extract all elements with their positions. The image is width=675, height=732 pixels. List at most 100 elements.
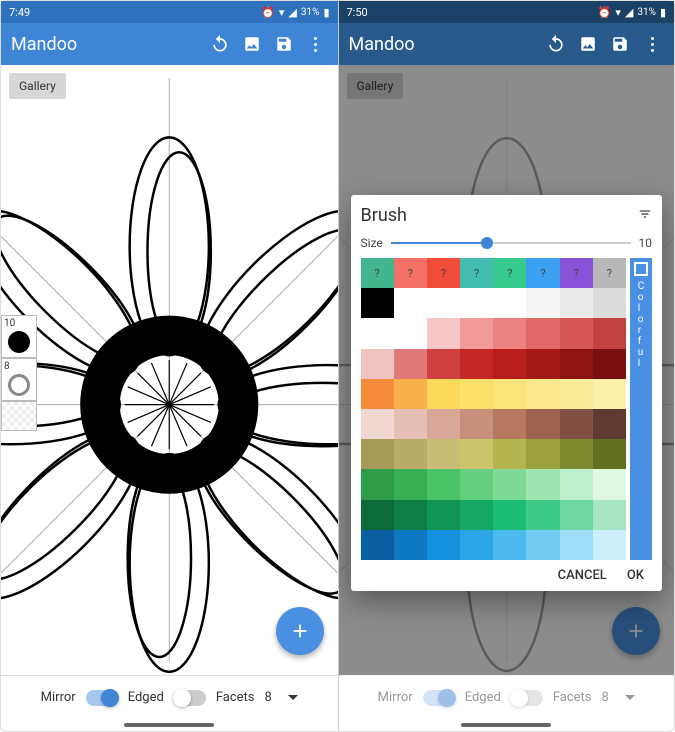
color-swatch[interactable] xyxy=(526,409,559,439)
cancel-button[interactable]: CANCEL xyxy=(558,568,607,583)
color-swatch[interactable]: ? xyxy=(361,258,394,288)
color-swatch[interactable] xyxy=(394,439,427,469)
color-swatch[interactable] xyxy=(493,318,526,348)
color-swatch[interactable]: ? xyxy=(526,258,559,288)
color-swatch[interactable] xyxy=(593,318,626,348)
color-swatch[interactable] xyxy=(394,469,427,499)
color-swatch[interactable]: ? xyxy=(394,258,427,288)
eraser-tool[interactable]: 8 xyxy=(1,358,37,401)
color-swatch[interactable] xyxy=(493,530,526,560)
overflow-menu-button[interactable] xyxy=(300,28,332,60)
color-swatch[interactable] xyxy=(493,288,526,318)
mirror-toggle[interactable] xyxy=(86,690,118,706)
color-swatch[interactable] xyxy=(361,500,394,530)
color-swatch[interactable] xyxy=(460,500,493,530)
color-swatch[interactable] xyxy=(593,288,626,318)
color-swatch[interactable] xyxy=(526,439,559,469)
drawing-canvas[interactable]: Gallery 10 8 xyxy=(1,65,338,675)
color-swatch[interactable] xyxy=(493,500,526,530)
color-swatch[interactable] xyxy=(394,409,427,439)
color-swatch[interactable] xyxy=(593,379,626,409)
color-swatch[interactable] xyxy=(361,379,394,409)
colorful-toggle[interactable]: Colorful xyxy=(630,258,652,560)
color-swatch[interactable] xyxy=(493,439,526,469)
facets-dropdown-icon[interactable] xyxy=(288,695,298,700)
add-fab[interactable] xyxy=(276,607,324,655)
color-swatch[interactable] xyxy=(526,349,559,379)
color-swatch[interactable] xyxy=(427,409,460,439)
color-swatch[interactable] xyxy=(427,469,460,499)
color-swatch[interactable] xyxy=(493,469,526,499)
color-swatch[interactable] xyxy=(493,409,526,439)
size-slider[interactable] xyxy=(391,242,631,244)
color-swatch[interactable]: ? xyxy=(593,258,626,288)
color-swatch[interactable] xyxy=(361,318,394,348)
color-swatch[interactable] xyxy=(560,318,593,348)
ok-button[interactable]: OK xyxy=(627,568,644,583)
color-swatch[interactable] xyxy=(460,288,493,318)
color-swatch[interactable] xyxy=(493,349,526,379)
color-swatch[interactable] xyxy=(460,439,493,469)
color-swatch[interactable] xyxy=(526,379,559,409)
color-swatch[interactable] xyxy=(560,349,593,379)
color-swatch[interactable] xyxy=(593,500,626,530)
color-swatch[interactable] xyxy=(560,409,593,439)
color-swatch[interactable] xyxy=(593,349,626,379)
color-swatch[interactable] xyxy=(526,288,559,318)
color-swatch[interactable] xyxy=(361,409,394,439)
image-button[interactable] xyxy=(236,28,268,60)
color-swatch[interactable] xyxy=(361,288,394,318)
color-swatch[interactable] xyxy=(427,349,460,379)
color-swatch[interactable] xyxy=(361,469,394,499)
color-swatch[interactable] xyxy=(427,379,460,409)
filter-icon[interactable] xyxy=(638,206,652,225)
undo-button[interactable] xyxy=(540,28,572,60)
color-swatch[interactable] xyxy=(560,439,593,469)
color-swatch[interactable] xyxy=(427,318,460,348)
background-tool[interactable] xyxy=(1,401,37,431)
nav-pill[interactable] xyxy=(124,723,214,727)
color-swatch[interactable] xyxy=(361,530,394,560)
color-swatch[interactable]: ? xyxy=(560,258,593,288)
color-swatch[interactable] xyxy=(394,318,427,348)
color-swatch[interactable]: ? xyxy=(460,258,493,288)
color-swatch[interactable] xyxy=(427,439,460,469)
color-swatch[interactable] xyxy=(593,469,626,499)
color-swatch[interactable] xyxy=(593,409,626,439)
color-swatch[interactable] xyxy=(460,530,493,560)
color-swatch[interactable] xyxy=(526,469,559,499)
color-swatch[interactable] xyxy=(593,530,626,560)
undo-button[interactable] xyxy=(204,28,236,60)
color-swatch[interactable]: ? xyxy=(427,258,460,288)
color-swatch[interactable] xyxy=(427,288,460,318)
color-swatch[interactable] xyxy=(427,500,460,530)
color-swatch[interactable] xyxy=(560,500,593,530)
color-swatch[interactable] xyxy=(394,288,427,318)
color-swatch[interactable] xyxy=(526,530,559,560)
color-swatch[interactable] xyxy=(460,469,493,499)
color-swatch[interactable] xyxy=(560,288,593,318)
color-swatch[interactable] xyxy=(526,500,559,530)
nav-pill[interactable] xyxy=(461,723,551,727)
color-swatch[interactable] xyxy=(394,379,427,409)
edged-toggle[interactable] xyxy=(174,690,206,706)
color-swatch[interactable] xyxy=(493,379,526,409)
color-swatch[interactable] xyxy=(460,349,493,379)
color-swatch[interactable]: ? xyxy=(493,258,526,288)
color-swatch[interactable] xyxy=(427,530,460,560)
overflow-menu-button[interactable] xyxy=(636,28,668,60)
brush-tool[interactable]: 10 xyxy=(1,315,37,358)
color-swatch[interactable] xyxy=(460,318,493,348)
save-button[interactable] xyxy=(604,28,636,60)
color-swatch[interactable] xyxy=(394,530,427,560)
save-button[interactable] xyxy=(268,28,300,60)
color-swatch[interactable] xyxy=(560,379,593,409)
color-swatch[interactable] xyxy=(361,349,394,379)
color-swatch[interactable] xyxy=(526,318,559,348)
color-swatch[interactable] xyxy=(394,500,427,530)
color-swatch[interactable] xyxy=(394,349,427,379)
color-swatch[interactable] xyxy=(560,530,593,560)
color-swatch[interactable] xyxy=(460,409,493,439)
image-button[interactable] xyxy=(572,28,604,60)
color-swatch[interactable] xyxy=(560,469,593,499)
